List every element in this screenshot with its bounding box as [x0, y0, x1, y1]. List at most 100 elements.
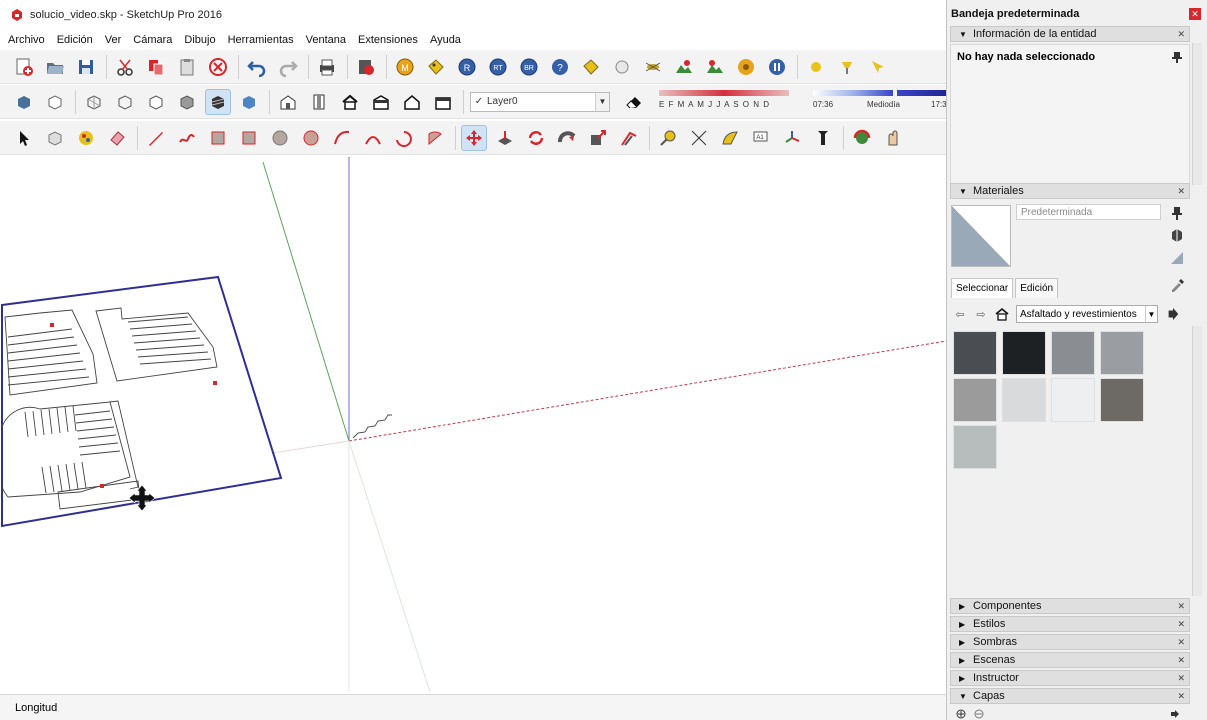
layer-details-icon[interactable]	[1170, 709, 1180, 720]
rotated-rectangle-icon[interactable]	[237, 126, 261, 150]
pin-icon[interactable]	[1169, 205, 1185, 221]
pause-icon[interactable]	[765, 55, 789, 79]
home-view-icon[interactable]	[338, 90, 362, 114]
tray-close-icon[interactable]: ✕	[1189, 8, 1201, 20]
panel-componentes-header[interactable]: ▶ Componentes ✕	[950, 598, 1190, 614]
materials-scrollbar[interactable]	[1192, 326, 1202, 596]
textured-style-icon[interactable]	[205, 88, 231, 115]
extension-br-icon[interactable]: BR	[517, 55, 541, 79]
target-icon[interactable]	[734, 55, 758, 79]
left-view-icon[interactable]	[431, 90, 455, 114]
material-swatch[interactable]	[1002, 378, 1046, 422]
light-sphere-icon[interactable]	[804, 55, 828, 79]
spotlight-icon[interactable]	[866, 55, 890, 79]
top-view-icon[interactable]	[43, 90, 67, 114]
pan-icon[interactable]	[881, 126, 905, 150]
add-layer-icon[interactable]	[956, 709, 966, 720]
entity-scrollbar[interactable]	[1192, 43, 1202, 185]
panel-close-icon[interactable]: ✕	[1177, 186, 1185, 197]
freehand-icon[interactable]	[175, 126, 199, 150]
material-swatch[interactable]	[953, 425, 997, 469]
eraser-icon[interactable]	[105, 126, 129, 150]
remove-layer-icon[interactable]	[974, 709, 984, 720]
pin-icon[interactable]	[1171, 51, 1183, 63]
arc-icon[interactable]	[330, 126, 354, 150]
wireframe-style-icon[interactable]	[113, 90, 137, 114]
pie-icon[interactable]	[423, 126, 447, 150]
polygon-icon[interactable]	[299, 126, 323, 150]
rectangle-icon[interactable]	[206, 126, 230, 150]
material-name-field[interactable]: Predeterminada	[1016, 204, 1161, 220]
right-view-icon[interactable]	[369, 90, 393, 114]
copy-icon[interactable]	[144, 55, 168, 79]
menu-dibujo[interactable]: Dibujo	[184, 34, 215, 46]
menu-edicion[interactable]: Edición	[57, 34, 93, 46]
model-info-icon[interactable]	[354, 55, 378, 79]
panel-estilos-header[interactable]: ▶ Estilos ✕	[950, 616, 1190, 632]
material-swatch[interactable]	[953, 331, 997, 375]
panel-close-icon[interactable]: ✕	[1177, 637, 1185, 648]
follow-me-icon[interactable]	[555, 126, 579, 150]
material-swatch[interactable]	[953, 378, 997, 422]
month-slider-bar[interactable]	[659, 89, 789, 96]
3d-text-icon[interactable]	[811, 126, 835, 150]
forward-arrow-icon[interactable]: ⇨	[972, 305, 990, 323]
erase-delete-icon[interactable]	[206, 55, 230, 79]
extension-r-icon[interactable]: R	[455, 55, 479, 79]
landscape-alt-icon[interactable]	[703, 55, 727, 79]
material-swatch[interactable]	[1100, 378, 1144, 422]
select-arrow-icon[interactable]	[12, 126, 36, 150]
axes-icon[interactable]	[780, 126, 804, 150]
bug-icon[interactable]	[641, 55, 665, 79]
scale-icon[interactable]	[586, 126, 610, 150]
push-pull-icon[interactable]	[493, 126, 517, 150]
shaded-style-icon[interactable]	[175, 90, 199, 114]
redo-icon[interactable]	[276, 55, 300, 79]
panel-close-icon[interactable]: ✕	[1177, 655, 1185, 666]
panel-sombras-header[interactable]: ▶ Sombras ✕	[950, 634, 1190, 650]
hidden-line-style-icon[interactable]	[144, 90, 168, 114]
open-folder-icon[interactable]	[43, 55, 67, 79]
menu-camara[interactable]: Cámara	[133, 34, 172, 46]
save-icon[interactable]	[74, 55, 98, 79]
layer-dropdown[interactable]: ✓ Layer0 ▼	[470, 91, 610, 112]
sphere-icon[interactable]	[610, 55, 634, 79]
extension-tag-icon[interactable]	[424, 55, 448, 79]
panel-close-icon[interactable]: ✕	[1177, 619, 1185, 630]
make-component-icon[interactable]	[43, 126, 67, 150]
panel-close-icon[interactable]: ✕	[1177, 691, 1185, 702]
panel-escenas-header[interactable]: ▶ Escenas ✕	[950, 652, 1190, 668]
circle-icon[interactable]	[268, 126, 292, 150]
collection-dropdown[interactable]: Asfaltado y revestimientos ▼	[1016, 305, 1158, 323]
back-arrow-icon[interactable]: ⇦	[951, 305, 969, 323]
home-icon[interactable]	[993, 305, 1011, 323]
dimension-icon[interactable]	[687, 126, 711, 150]
back-view-icon[interactable]	[400, 90, 424, 114]
time-slider-bar[interactable]	[813, 89, 893, 96]
material-swatch[interactable]	[1100, 331, 1144, 375]
protractor-icon[interactable]	[718, 126, 742, 150]
details-arrow-icon[interactable]	[1164, 305, 1182, 323]
undo-icon[interactable]	[245, 55, 269, 79]
extension-rt-icon[interactable]: RT	[486, 55, 510, 79]
extension-m-icon[interactable]: M	[393, 55, 417, 79]
material-swatch[interactable]	[1051, 378, 1095, 422]
two-point-arc-icon[interactable]	[361, 126, 385, 150]
menu-ver[interactable]: Ver	[105, 34, 122, 46]
panel-materials-header[interactable]: ▼ Materiales ✕	[950, 183, 1190, 199]
menu-archivo[interactable]: Archivo	[8, 34, 45, 46]
paint-bucket-icon[interactable]	[74, 126, 98, 150]
menu-ventana[interactable]: Ventana	[306, 34, 346, 46]
new-file-icon[interactable]	[12, 55, 36, 79]
material-swatch[interactable]	[1002, 331, 1046, 375]
material-swatch[interactable]	[1051, 331, 1095, 375]
offset-icon[interactable]	[617, 126, 641, 150]
monochrome-style-icon[interactable]	[237, 90, 261, 114]
eraser-shadow-icon[interactable]	[622, 90, 646, 114]
iso-house-icon[interactable]	[276, 90, 300, 114]
create-material-icon[interactable]	[1169, 227, 1185, 243]
paste-icon[interactable]	[175, 55, 199, 79]
tab-seleccionar[interactable]: Seleccionar	[951, 278, 1014, 298]
menu-ayuda[interactable]: Ayuda	[430, 34, 461, 46]
text-label-icon[interactable]: A1	[749, 126, 773, 150]
